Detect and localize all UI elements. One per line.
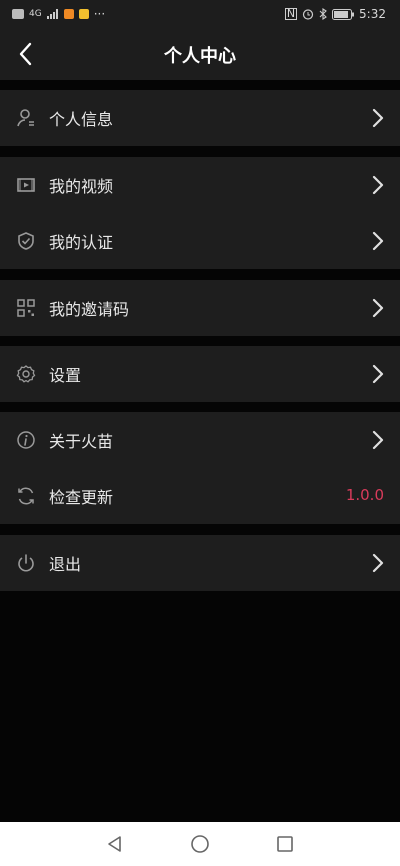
menu-group-logout: 退出	[0, 535, 400, 591]
nav-recents-button[interactable]	[274, 833, 296, 855]
menu-item-label: 检查更新	[49, 488, 114, 507]
chevron-right-icon	[372, 175, 384, 195]
chevron-right-icon	[372, 298, 384, 318]
menu-item-label: 关于火苗	[49, 432, 114, 451]
chevron-right-icon	[372, 108, 384, 128]
menu-group-invite: 我的邀请码	[0, 280, 400, 336]
chevron-right-icon	[372, 553, 384, 573]
app-version: 1.0.0	[345, 486, 384, 504]
menu-item-label: 设置	[49, 366, 82, 385]
menu-group-about: 关于火苗 检查更新 1.0.0	[0, 412, 400, 524]
menu-group-profile: 个人信息	[0, 90, 400, 146]
menu-group-content: 我的视频 我的认证	[0, 157, 400, 269]
menu-item-label: 退出	[49, 555, 82, 574]
menu-item-my-videos[interactable]: 我的视频	[0, 157, 400, 213]
nfc-indicator: N	[284, 7, 298, 20]
circle-home-icon	[191, 835, 209, 853]
menu-item-personal-info[interactable]: 个人信息	[0, 90, 400, 146]
power-icon	[15, 552, 37, 574]
bluetooth-icon	[319, 8, 327, 20]
chevron-right-icon	[372, 430, 384, 450]
video-icon	[15, 174, 37, 196]
hd-icon	[12, 9, 24, 19]
chevron-right-icon	[372, 364, 384, 384]
shield-check-icon	[15, 230, 37, 252]
square-recents-icon	[277, 836, 293, 852]
refresh-icon	[15, 485, 37, 507]
status-left: 4G ···	[12, 7, 105, 21]
user-icon	[15, 107, 37, 129]
more-notifications: ···	[93, 7, 106, 21]
signal-indicator: 4G	[29, 9, 42, 19]
app-notification-icon-2	[78, 9, 89, 19]
gear-icon	[15, 363, 37, 385]
menu-item-about[interactable]: 关于火苗	[0, 412, 400, 468]
triangle-back-icon	[108, 836, 121, 852]
status-bar: 4G ··· N 5:32	[0, 0, 400, 28]
menu-item-settings[interactable]: 设置	[0, 346, 400, 402]
menu-item-my-verification[interactable]: 我的认证	[0, 213, 400, 269]
menu-item-invite-code[interactable]: 我的邀请码	[0, 280, 400, 336]
menu-item-label: 我的邀请码	[49, 300, 130, 319]
menu-group-settings: 设置	[0, 346, 400, 402]
status-time: 5:32	[359, 7, 386, 21]
battery-icon	[332, 8, 355, 20]
qr-code-icon	[15, 297, 37, 319]
info-icon	[15, 429, 37, 451]
menu-item-label: 我的视频	[49, 177, 114, 196]
header: 个人中心	[0, 28, 400, 80]
status-right: N 5:32	[284, 7, 386, 21]
nav-home-button[interactable]	[189, 833, 211, 855]
signal-icon	[46, 9, 58, 19]
system-nav-bar	[0, 822, 400, 866]
menu-item-label: 个人信息	[49, 110, 114, 129]
menu-item-logout[interactable]: 退出	[0, 535, 400, 591]
chevron-right-icon	[372, 231, 384, 251]
app-notification-icon	[63, 9, 74, 19]
page-title: 个人中心	[164, 46, 236, 67]
nav-back-button[interactable]	[104, 833, 126, 855]
menu-item-label: 我的认证	[49, 233, 114, 252]
alarm-icon	[302, 9, 314, 20]
menu-item-check-update[interactable]: 检查更新 1.0.0	[0, 468, 400, 524]
